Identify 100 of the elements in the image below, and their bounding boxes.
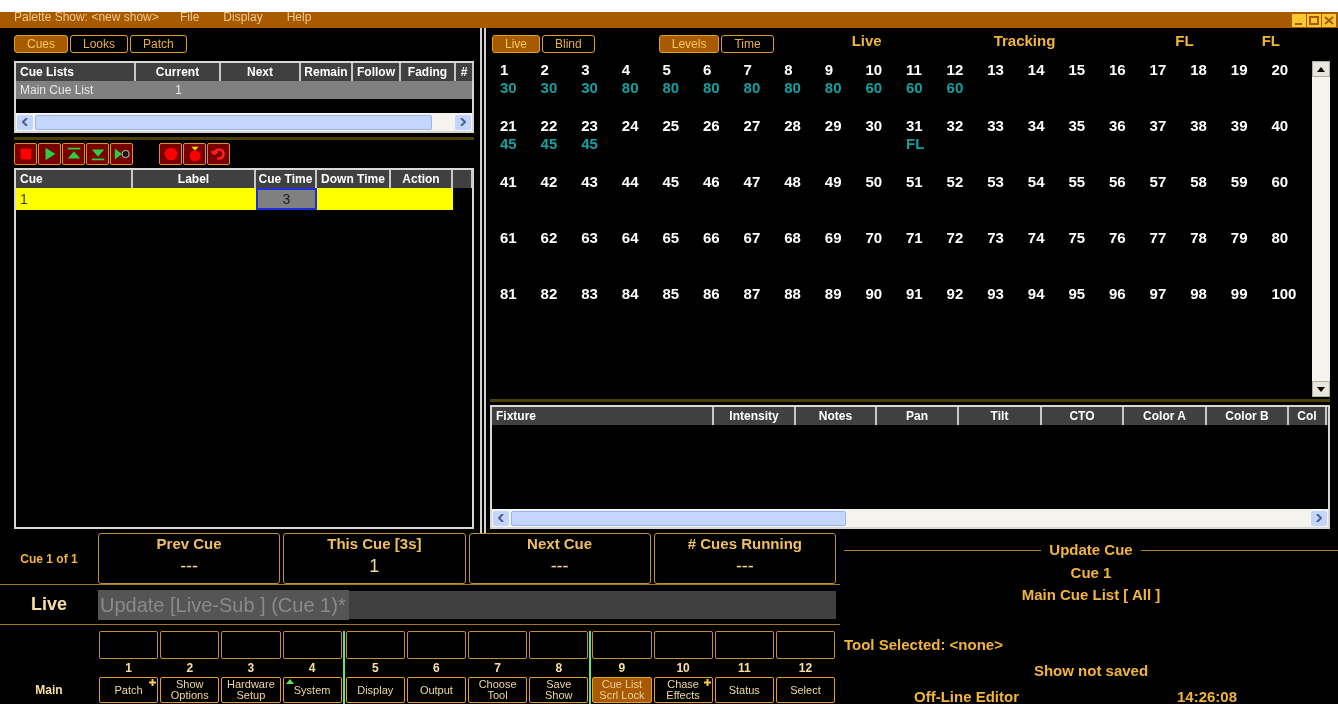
- channel-number[interactable]: 63: [581, 229, 598, 247]
- softkey-button[interactable]: Chase Effects: [653, 677, 713, 703]
- channel-number[interactable]: 99: [1230, 285, 1248, 303]
- channel-number[interactable]: 4: [621, 61, 631, 79]
- channel-number[interactable]: 58: [1190, 173, 1207, 191]
- channel-number[interactable]: 68: [784, 229, 801, 247]
- channel-number[interactable]: 51: [906, 173, 923, 191]
- channel-number[interactable]: 38: [1190, 117, 1207, 135]
- column-header[interactable]: Color B: [1207, 407, 1289, 425]
- channel-number[interactable]: 33: [987, 117, 1004, 135]
- scroll-right-icon[interactable]: [455, 114, 471, 130]
- channel-number[interactable]: 71: [906, 229, 923, 247]
- scroll-right-icon[interactable]: [1311, 510, 1327, 526]
- channel-number[interactable]: 97: [1149, 285, 1167, 303]
- channel-number[interactable]: 29: [824, 117, 842, 135]
- minimize-icon[interactable]: [1292, 14, 1306, 27]
- channel-number[interactable]: 56: [1109, 173, 1126, 191]
- channel-number[interactable]: 34: [1027, 117, 1045, 135]
- column-header[interactable]: Col: [1289, 407, 1327, 425]
- channel-number[interactable]: 36: [1109, 117, 1126, 135]
- channel-number[interactable]: 48: [784, 173, 801, 191]
- channel-number[interactable]: 74: [1027, 229, 1045, 247]
- channel-number[interactable]: 9: [824, 61, 834, 79]
- channel-number[interactable]: 46: [703, 173, 720, 191]
- channel-number[interactable]: 45: [662, 173, 680, 191]
- channel-number[interactable]: 59: [1230, 173, 1248, 191]
- softkey-button[interactable]: System: [282, 677, 342, 703]
- stop-button[interactable]: [14, 143, 37, 165]
- channel-number[interactable]: 81: [500, 285, 517, 303]
- column-header[interactable]: Tilt: [959, 407, 1042, 425]
- channel-number[interactable]: 65: [662, 229, 680, 247]
- channel-number[interactable]: 16: [1109, 61, 1126, 79]
- channel-number[interactable]: 73: [987, 229, 1004, 247]
- softkey-button[interactable]: Patch: [99, 677, 159, 703]
- column-header[interactable]: Fixture: [492, 407, 714, 425]
- channel-number[interactable]: 87: [743, 285, 761, 303]
- go-to-cue-button[interactable]: [110, 143, 133, 165]
- softkey-button[interactable]: Select: [775, 677, 835, 703]
- close-icon[interactable]: [1322, 14, 1336, 27]
- table-row[interactable]: 1 3: [16, 188, 453, 210]
- scroll-left-icon[interactable]: [17, 114, 33, 130]
- tab[interactable]: Blind: [542, 35, 595, 53]
- channel-number[interactable]: 84: [621, 285, 639, 303]
- channel-number[interactable]: 82: [540, 285, 558, 303]
- channel-number[interactable]: 23: [581, 117, 598, 135]
- channel-number[interactable]: 79: [1230, 229, 1248, 247]
- channel-number[interactable]: 55: [1068, 173, 1086, 191]
- undo-button[interactable]: [207, 143, 230, 165]
- channel-number[interactable]: 72: [946, 229, 964, 247]
- channel-number[interactable]: 64: [621, 229, 639, 247]
- column-header[interactable]: Color A: [1124, 407, 1207, 425]
- channel-number[interactable]: 11: [906, 61, 922, 79]
- channel-number[interactable]: 10: [865, 61, 883, 79]
- channel-number[interactable]: 100: [1271, 285, 1297, 303]
- softkey-button[interactable]: Cue List Scrl Lock: [592, 677, 652, 703]
- channel-number[interactable]: 20: [1271, 61, 1289, 79]
- channel-number[interactable]: 60: [1271, 173, 1289, 191]
- maximize-icon[interactable]: [1307, 14, 1321, 27]
- channel-number[interactable]: 57: [1149, 173, 1167, 191]
- scroll-up-icon[interactable]: [1312, 61, 1330, 77]
- channel-number[interactable]: 19: [1230, 61, 1248, 79]
- channel-number[interactable]: 75: [1068, 229, 1086, 247]
- channel-number[interactable]: 54: [1027, 173, 1045, 191]
- channel-number[interactable]: 80: [1271, 229, 1289, 247]
- channel-number[interactable]: 93: [987, 285, 1004, 303]
- channel-number[interactable]: 37: [1149, 117, 1167, 135]
- channel-number[interactable]: 28: [784, 117, 801, 135]
- channel-number[interactable]: 14: [1027, 61, 1045, 79]
- scroll-down-icon[interactable]: [1312, 381, 1330, 397]
- channel-number[interactable]: 96: [1109, 285, 1126, 303]
- channel-number[interactable]: 70: [865, 229, 883, 247]
- record-update-button[interactable]: [183, 143, 206, 165]
- tab[interactable]: Time: [721, 35, 774, 53]
- channel-number[interactable]: 98: [1190, 285, 1207, 303]
- channel-number[interactable]: 27: [743, 117, 761, 135]
- channel-number[interactable]: 5: [662, 61, 671, 79]
- channel-number[interactable]: 94: [1027, 285, 1045, 303]
- horizontal-scrollbar[interactable]: [16, 113, 472, 131]
- channel-number[interactable]: 40: [1271, 117, 1289, 135]
- softkey-button[interactable]: Output: [406, 677, 466, 703]
- channel-number[interactable]: 26: [703, 117, 720, 135]
- softkey-button[interactable]: Show Options: [160, 677, 220, 703]
- softkey-button[interactable]: Save Show: [529, 677, 589, 703]
- channel-number[interactable]: 85: [662, 285, 680, 303]
- column-header[interactable]: Notes: [796, 407, 877, 425]
- tab[interactable]: Patch: [130, 35, 187, 53]
- softkey-button[interactable]: Hardware Setup: [221, 677, 281, 703]
- channel-number[interactable]: 88: [784, 285, 801, 303]
- channel-number[interactable]: 49: [824, 173, 842, 191]
- channel-number[interactable]: 3: [581, 61, 590, 79]
- channel-number[interactable]: 52: [946, 173, 964, 191]
- channel-number[interactable]: 32: [946, 117, 964, 135]
- channel-number[interactable]: 17: [1149, 61, 1167, 79]
- channel-number[interactable]: 53: [987, 173, 1004, 191]
- channel-number[interactable]: 21: [500, 117, 517, 135]
- channel-number[interactable]: 12: [946, 61, 964, 79]
- channel-number[interactable]: 66: [703, 229, 720, 247]
- channel-number[interactable]: 67: [743, 229, 761, 247]
- record-button[interactable]: [159, 143, 182, 165]
- channel-number[interactable]: 15: [1068, 61, 1086, 79]
